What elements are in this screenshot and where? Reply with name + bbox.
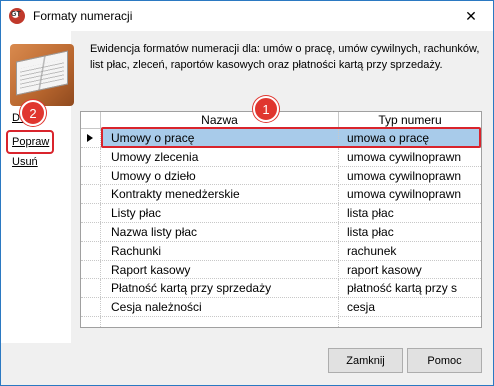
cell-type[interactable]: rachunek: [339, 242, 481, 260]
grid-header: Nazwa Typ numeru: [81, 112, 481, 129]
table-row[interactable]: Cesja należności cesja: [81, 298, 481, 317]
row-indicator: [81, 185, 101, 204]
cell-type[interactable]: umowa cywilnoprawn: [339, 148, 481, 166]
cell-name[interactable]: [101, 316, 339, 327]
table-row[interactable]: [81, 316, 481, 327]
row-pointer-icon: [87, 134, 93, 142]
cell-type[interactable]: umowa o pracę: [339, 129, 481, 147]
grid-rows: Umowy o pracę umowa o pracę Umowy zlecenia…: [81, 129, 481, 327]
table-row[interactable]: Rachunki rachunek: [81, 241, 481, 261]
table-row[interactable]: Raport kasowy raport kasowy: [81, 260, 481, 280]
cell-name[interactable]: Nazwa listy płac: [101, 222, 339, 241]
cell-name[interactable]: Umowy o pracę: [101, 129, 339, 147]
help-button[interactable]: Pomoc: [407, 348, 482, 373]
table-row[interactable]: Umowy o pracę umowa o pracę: [81, 129, 481, 148]
row-indicator: [81, 147, 101, 166]
table-row[interactable]: Płatność kartą przy sprzedaży płatność ka…: [81, 279, 481, 299]
cell-type[interactable]: umowa cywilnoprawn: [339, 185, 481, 203]
description-text: Ewidencja formatów numeracji dla: umów o…: [90, 43, 480, 71]
book-icon: [10, 44, 74, 106]
table-row[interactable]: Listy płac lista płac: [81, 204, 481, 223]
annotation-badge-2: 2: [20, 100, 46, 126]
close-window-button[interactable]: ✕: [455, 3, 487, 29]
cell-type[interactable]: lista płac: [339, 204, 481, 222]
cell-name[interactable]: Umowy o dzieło: [101, 166, 339, 185]
row-indicator: [81, 222, 101, 241]
cell-name[interactable]: Umowy zlecenia: [101, 147, 339, 166]
header-indicator: [81, 112, 101, 129]
header-type[interactable]: Typ numeru: [339, 112, 481, 129]
cell-type[interactable]: raport kasowy: [339, 261, 481, 279]
row-indicator: [81, 260, 101, 279]
cell-type[interactable]: cesja: [339, 298, 481, 316]
cell-name[interactable]: Kontrakty menedżerskie: [101, 185, 339, 204]
row-indicator: [81, 204, 101, 223]
row-indicator: [81, 316, 101, 327]
cell-name[interactable]: Płatność kartą przy sprzedaży: [101, 279, 339, 298]
cell-name[interactable]: Raport kasowy: [101, 260, 339, 279]
row-indicator: [81, 298, 101, 317]
close-icon: ✕: [465, 7, 477, 24]
cell-name[interactable]: Listy płac: [101, 204, 339, 223]
table-row[interactable]: Umowy zlecenia umowa cywilnoprawn: [81, 147, 481, 167]
cell-name[interactable]: Cesja należności: [101, 298, 339, 317]
row-indicator: [81, 241, 101, 260]
cell-type[interactable]: płatność kartą przy s: [339, 279, 481, 297]
window-title: Formaty numeracji: [33, 9, 133, 23]
table-row[interactable]: Nazwa listy płac lista płac: [81, 222, 481, 242]
table-row[interactable]: Kontrakty menedżerskie umowa cywilnoprawn: [81, 185, 481, 205]
delete-link[interactable]: Usuń: [12, 156, 38, 168]
formats-grid[interactable]: Nazwa Typ numeru Umowy o pracę umowa o pr…: [80, 111, 482, 328]
edit-link[interactable]: Popraw: [12, 136, 49, 148]
table-row[interactable]: Umowy o dzieło umowa cywilnoprawn: [81, 166, 481, 186]
row-indicator: [81, 166, 101, 185]
annotation-badge-1: 1: [253, 96, 279, 122]
cell-name[interactable]: Rachunki: [101, 241, 339, 260]
close-button[interactable]: Zamknij: [328, 348, 403, 373]
cell-type[interactable]: [339, 317, 481, 327]
app-logo-icon: [9, 8, 25, 24]
title-bar: Formaty numeracji ✕: [1, 1, 493, 31]
header-name[interactable]: Nazwa: [101, 112, 339, 129]
row-indicator: [81, 129, 101, 147]
cell-type[interactable]: umowa cywilnoprawn: [339, 167, 481, 185]
cell-type[interactable]: lista płac: [339, 223, 481, 241]
row-indicator: [81, 279, 101, 298]
